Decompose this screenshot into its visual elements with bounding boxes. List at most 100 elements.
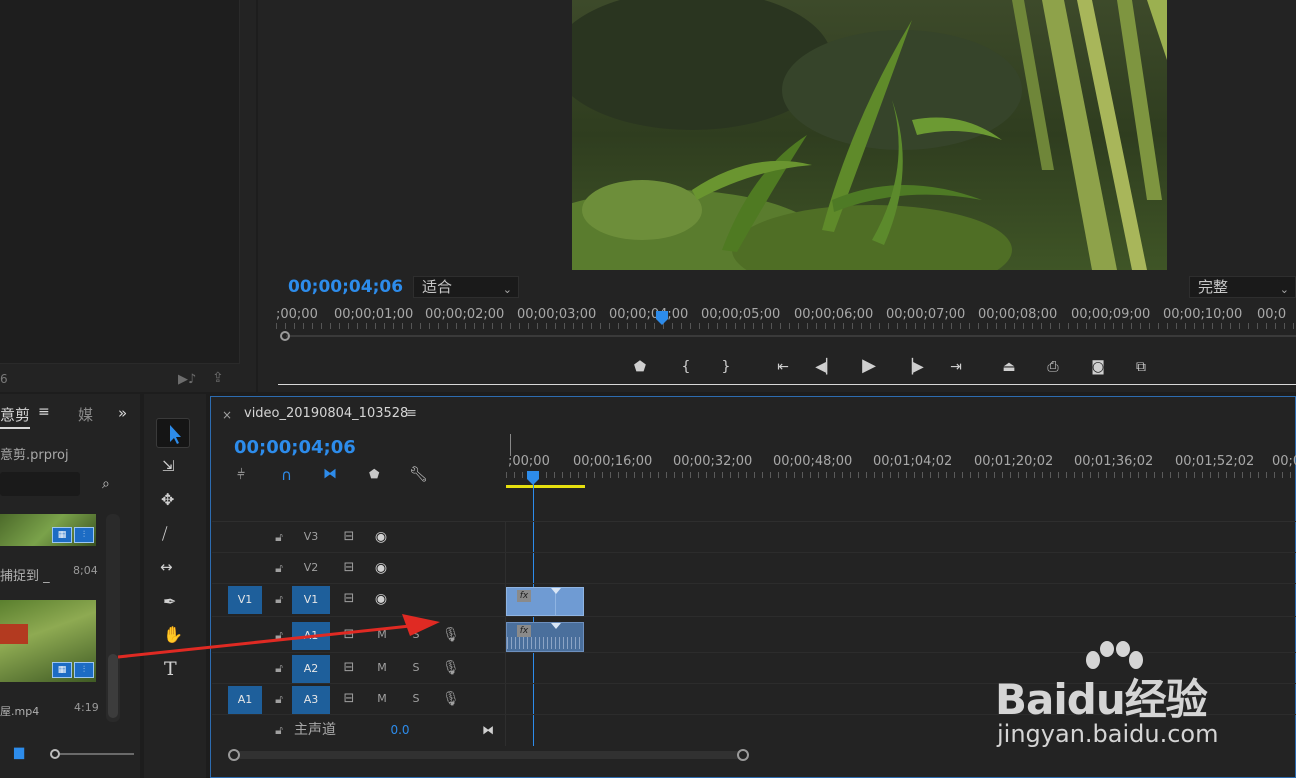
ruler-label: ;00;00 bbox=[508, 454, 550, 469]
ruler-label: 00;00;08;00 bbox=[978, 307, 1058, 322]
program-timecode[interactable]: 00;00;04;06 bbox=[288, 277, 403, 297]
quality-dropdown[interactable]: 完整 ⌄ bbox=[1189, 276, 1296, 298]
ruler-label: 00;01;52;02 bbox=[1175, 454, 1255, 469]
ruler-label: 00;01;20;02 bbox=[974, 454, 1054, 469]
program-playhead[interactable] bbox=[656, 311, 668, 325]
project-filename: 意剪.prproj bbox=[0, 448, 69, 463]
eye-icon[interactable]: ◉ bbox=[372, 523, 390, 551]
add-marker-icon[interactable]: ⬟ bbox=[369, 467, 379, 481]
snap-magnet-icon[interactable]: ∩ bbox=[281, 466, 292, 484]
play-icon[interactable]: ▶ bbox=[857, 355, 881, 377]
track-v3: 🔓︎ V3 ⊟ ◉ bbox=[212, 523, 1296, 553]
eye-icon[interactable]: ◉ bbox=[372, 554, 390, 582]
export-frame-icon[interactable]: ⇪ bbox=[212, 370, 224, 386]
lift-icon[interactable]: ⏏ bbox=[997, 356, 1021, 378]
extract-icon[interactable]: ⎙ bbox=[1041, 356, 1065, 378]
audio-only-icon[interactable]: ▶♪ bbox=[178, 372, 196, 387]
chevron-down-icon: ⌄ bbox=[502, 283, 512, 296]
track-label-v2[interactable]: V2 bbox=[300, 554, 322, 582]
ruler-label: 00;00;02;00 bbox=[425, 307, 505, 322]
track-select-tool-icon[interactable]: ⇲ bbox=[162, 457, 175, 475]
timeline-timecode[interactable]: 00;00;04;06 bbox=[234, 437, 356, 458]
scrollbar-track[interactable] bbox=[232, 751, 746, 759]
tab-project[interactable]: 意剪 bbox=[0, 404, 31, 429]
program-time-ruler[interactable]: ;00;00 00;00;01;00 00;00;02;00 00;00;03;… bbox=[276, 305, 1296, 331]
panel-overflow-icon[interactable]: » bbox=[118, 404, 127, 422]
scrollbar-left-handle[interactable] bbox=[228, 749, 240, 761]
clip2-name: 屋.mp4 bbox=[0, 705, 40, 718]
ruler-label: 00;00;06;00 bbox=[794, 307, 874, 322]
clip2-duration: 4:19 bbox=[74, 701, 99, 714]
sync-lock-icon[interactable]: ⊟ bbox=[340, 554, 358, 582]
mute-button[interactable]: M bbox=[374, 685, 390, 713]
track-label-a3[interactable]: A3 bbox=[292, 686, 330, 714]
quality-dropdown-value: 完整 bbox=[1198, 278, 1229, 296]
mark-out-icon[interactable]: } bbox=[714, 356, 738, 378]
baidu-brand-text: Baidu经验 bbox=[995, 675, 1208, 724]
program-zoom-scrollbar[interactable] bbox=[280, 331, 1296, 341]
fx-badge: fx bbox=[517, 625, 531, 637]
solo-button[interactable]: S bbox=[408, 685, 424, 713]
zoom-slider[interactable] bbox=[50, 749, 134, 759]
timeline-zoom-scrollbar[interactable] bbox=[226, 748, 751, 762]
ruler-label: 00;00;16;00 bbox=[573, 454, 653, 469]
ruler-label: 00;00;09;00 bbox=[1071, 307, 1151, 322]
ruler-label: 00;00;05;00 bbox=[701, 307, 781, 322]
fit-dropdown[interactable]: 适合 ⌄ bbox=[413, 276, 519, 298]
go-to-out-icon[interactable]: ⇥ bbox=[944, 356, 968, 378]
list-view-icon[interactable]: ▆ bbox=[14, 745, 24, 760]
timeline-ruler[interactable]: ;00;00 00;00;16;00 00;00;32;00 00;00;48;… bbox=[506, 450, 1296, 490]
go-to-in-icon[interactable]: ⇤ bbox=[771, 356, 795, 378]
panel-menu-icon[interactable]: ≡ bbox=[38, 404, 50, 420]
lock-icon[interactable]: 🔓︎ bbox=[272, 716, 286, 744]
compare-view-icon[interactable]: ⧉ bbox=[1129, 356, 1153, 378]
panel-menu-icon[interactable]: ≡ bbox=[406, 406, 417, 421]
search-input[interactable] bbox=[0, 472, 80, 496]
timeline-playhead[interactable] bbox=[527, 471, 539, 485]
slider-track bbox=[54, 753, 134, 755]
export-frame-camera-icon[interactable]: ◙ bbox=[1086, 356, 1110, 378]
jump-to-edit-icon[interactable]: ⧓ bbox=[480, 716, 496, 744]
chevron-down-icon: ⌄ bbox=[1279, 283, 1289, 296]
scrollbar-handle[interactable] bbox=[280, 331, 290, 341]
audio-clip[interactable]: fx bbox=[506, 622, 584, 652]
find-icon[interactable]: ⌕ bbox=[102, 476, 110, 492]
linked-selection-icon[interactable]: ⧓ bbox=[323, 466, 337, 482]
lock-icon[interactable]: 🔓︎ bbox=[272, 523, 286, 551]
sequence-tab-title[interactable]: video_20190804_103528 bbox=[244, 406, 408, 421]
insert-sequence-nest-icon[interactable]: ⫩ bbox=[237, 467, 245, 483]
ruler-label: 00;00;07;00 bbox=[886, 307, 966, 322]
microphone-icon[interactable]: 🎙︎ bbox=[442, 685, 460, 713]
sync-lock-icon[interactable]: ⊟ bbox=[340, 685, 358, 713]
wrench-settings-icon[interactable]: 🔧︎ bbox=[409, 465, 428, 483]
step-back-icon[interactable]: ◀︎▏ bbox=[814, 356, 838, 378]
clip1-name: 捕捉到 _ bbox=[0, 569, 50, 584]
sync-lock-icon[interactable]: ⊟ bbox=[340, 523, 358, 551]
razor-tool-icon[interactable]: ⧸ bbox=[162, 524, 167, 544]
track-label-v3[interactable]: V3 bbox=[300, 523, 322, 551]
lock-icon[interactable]: 🔓︎ bbox=[272, 685, 286, 713]
ripple-edit-tool-icon[interactable]: ✥ bbox=[161, 490, 174, 509]
fx-badge: fx bbox=[517, 590, 531, 602]
master-volume-value[interactable]: 0.0 bbox=[388, 716, 412, 744]
ruler-label: 00;01;36;02 bbox=[1074, 454, 1154, 469]
mark-in-icon[interactable]: { bbox=[674, 356, 698, 378]
work-area-bar[interactable] bbox=[506, 485, 585, 488]
source-patch-a1[interactable]: A1 bbox=[228, 686, 262, 714]
ruler-label: 00;00;01;00 bbox=[334, 307, 414, 322]
slip-tool-icon[interactable]: ↔ bbox=[160, 558, 173, 576]
close-tab-icon[interactable]: × bbox=[222, 408, 232, 422]
slider-handle[interactable] bbox=[50, 749, 60, 759]
add-marker-icon[interactable]: ⬟ bbox=[628, 356, 652, 378]
ruler-ticks bbox=[506, 472, 1296, 478]
selection-tool[interactable] bbox=[156, 418, 190, 448]
ruler-label: 00;00;32;00 bbox=[673, 454, 753, 469]
clip-edit-point-icon bbox=[551, 623, 561, 629]
lock-icon[interactable]: 🔓︎ bbox=[272, 554, 286, 582]
ruler-label: 00;0 bbox=[1272, 454, 1296, 469]
video-clip[interactable]: fx bbox=[506, 587, 584, 616]
scrollbar-right-handle[interactable] bbox=[737, 749, 749, 761]
step-forward-icon[interactable]: ▕▶ bbox=[901, 356, 925, 378]
tab-media[interactable]: 媒 bbox=[78, 404, 93, 425]
fit-dropdown-value: 适合 bbox=[422, 278, 453, 296]
